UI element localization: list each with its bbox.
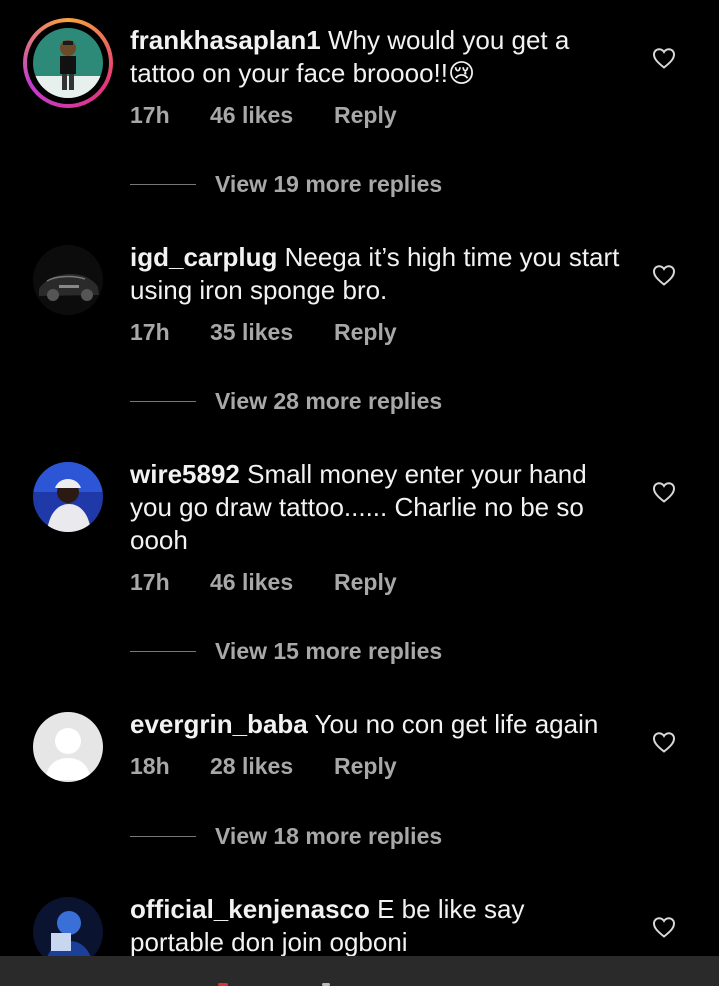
comment-text: evergrin_baba You no con get life again <box>130 708 625 741</box>
comment-username[interactable]: frankhasaplan1 <box>130 25 321 55</box>
comment-time: 17h <box>130 102 170 128</box>
heart-outline-icon[interactable] <box>652 264 676 286</box>
comment-body: You no con get life again <box>307 709 599 739</box>
comment-text: frankhasaplan1 Why would you get a tatto… <box>130 24 625 90</box>
view-replies-label: View 19 more replies <box>215 171 443 197</box>
comment-text: wire5892 Small money enter your hand you… <box>130 458 625 557</box>
default-avatar-icon[interactable] <box>33 712 103 782</box>
comment-username[interactable]: igd_carplug <box>130 242 277 272</box>
comment-likes[interactable]: 46 likes <box>210 569 334 596</box>
comment-meta: 17h 46 likes Reply <box>130 569 397 596</box>
view-replies-label: View 18 more replies <box>215 823 443 849</box>
comment-time: 17h <box>130 569 170 595</box>
heart-outline-icon[interactable] <box>652 47 676 69</box>
view-replies-button[interactable]: View 19 more replies <box>130 171 442 198</box>
comment-likes[interactable]: 35 likes <box>210 319 334 346</box>
avatar[interactable] <box>33 462 103 532</box>
divider-line <box>130 401 196 402</box>
comment-meta: 17h 46 likes Reply <box>130 102 397 129</box>
reply-button[interactable]: Reply <box>334 319 397 346</box>
comment-meta: 18h 28 likes Reply <box>130 753 397 780</box>
comment-username[interactable]: wire5892 <box>130 459 240 489</box>
reply-button[interactable]: Reply <box>334 569 397 596</box>
view-replies-button[interactable]: View 18 more replies <box>130 823 442 850</box>
divider-line <box>130 651 196 652</box>
divider-line <box>130 836 196 837</box>
view-replies-label: View 15 more replies <box>215 638 443 664</box>
comment-meta: 17h 35 likes Reply <box>130 319 397 346</box>
comment-likes[interactable]: 46 likes <box>210 102 334 129</box>
comment-text: official_kenjenasco E be like say portab… <box>130 893 625 959</box>
comment-time: 17h <box>130 319 170 345</box>
comment-likes[interactable]: 28 likes <box>210 753 334 780</box>
comment-text: igd_carplug Neega it’s high time you sta… <box>130 241 625 307</box>
comment-time: 18h <box>130 753 170 779</box>
avatar[interactable] <box>33 245 103 315</box>
divider-line <box>130 184 196 185</box>
comment-username[interactable]: official_kenjenasco <box>130 894 370 924</box>
comment-username[interactable]: evergrin_baba <box>130 709 308 739</box>
view-replies-label: View 28 more replies <box>215 388 443 414</box>
heart-outline-icon[interactable] <box>652 481 676 503</box>
view-replies-button[interactable]: View 15 more replies <box>130 638 442 665</box>
heart-outline-icon[interactable] <box>652 916 676 938</box>
avatar[interactable] <box>33 28 103 98</box>
view-replies-button[interactable]: View 28 more replies <box>130 388 442 415</box>
reply-button[interactable]: Reply <box>334 102 397 129</box>
bottom-bar <box>0 956 719 986</box>
reply-button[interactable]: Reply <box>334 753 397 780</box>
heart-outline-icon[interactable] <box>652 731 676 753</box>
